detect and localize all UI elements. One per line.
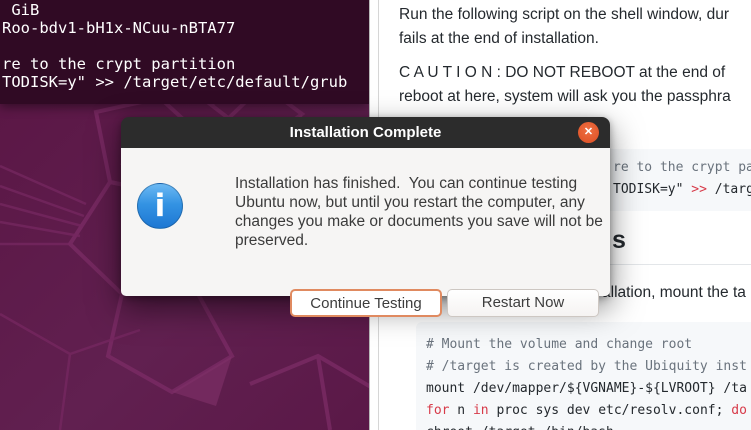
code-line: re to the crypt pa — [613, 160, 751, 175]
doc-paragraph-line: Run the following script on the shell wi… — [399, 5, 729, 25]
dialog-titlebar[interactable]: Installation Complete ✕ — [121, 117, 610, 148]
code-line: for n in proc sys dev etc/resolv.conf; d… — [426, 403, 747, 418]
code-operator: >> — [691, 182, 707, 197]
code-line: # Mount the volume and change root — [426, 337, 692, 352]
code-keyword: for — [426, 403, 449, 418]
doc-paragraph-line: allation, mount the ta — [602, 283, 746, 303]
code-line: mount /dev/mapper/${VGNAME}-${LVROOT} /t… — [426, 381, 747, 396]
code-keyword: in — [473, 403, 489, 418]
code-line: # /target is created by the Ubiquity ins… — [426, 359, 747, 374]
code-block: # Mount the volume and change root # /ta… — [416, 322, 751, 430]
terminal-output-line: re to the crypt partition — [2, 55, 235, 73]
code-text: TODISK=y" — [613, 182, 691, 197]
doc-paragraph-line: fails at the end of installation. — [399, 29, 599, 49]
dialog-title: Installation Complete — [121, 117, 610, 148]
code-line: chroot /target /bin/bash — [426, 425, 614, 430]
terminal-output-line: Roo-bdv1-bH1x-NCuu-nBTA77 — [2, 19, 235, 37]
dialog-message-line: Ubuntu now, but until you restart the co… — [235, 193, 585, 212]
installation-complete-dialog: Installation Complete ✕ i Installation h… — [121, 117, 610, 296]
continue-testing-button[interactable]: Continue Testing — [290, 289, 442, 317]
code-keyword: do — [731, 403, 747, 418]
code-line: TODISK=y" >> /targ — [613, 182, 751, 197]
dialog-message-line: preserved. — [235, 231, 308, 250]
code-text: n — [449, 403, 472, 418]
doc-paragraph-line: C A U T I O N : DO NOT REBOOT at the end… — [399, 63, 725, 83]
dialog-body: i Installation has finished. You can con… — [121, 148, 610, 296]
info-icon-glyph: i — [155, 188, 166, 224]
code-text: /targ — [707, 182, 751, 197]
terminal-output-line: TODISK=y" >> /target/etc/default/grub — [2, 73, 347, 91]
dialog-message-line: Installation has finished. You can conti… — [235, 174, 577, 193]
close-icon: ✕ — [584, 126, 593, 138]
screen: GiB Roo-bdv1-bH1x-NCuu-nBTA77 re to the … — [0, 0, 751, 430]
dialog-message-line: changes you make or documents you save w… — [235, 212, 603, 231]
info-icon: i — [137, 183, 183, 229]
doc-paragraph-line: reboot at here, system will ask you the … — [399, 87, 731, 107]
close-button[interactable]: ✕ — [578, 122, 599, 143]
terminal-output-line: GiB — [2, 1, 39, 19]
restart-now-button[interactable]: Restart Now — [447, 289, 599, 317]
code-text: proc sys dev etc/resolv.conf; — [489, 403, 732, 418]
terminal-window[interactable]: GiB Roo-bdv1-bH1x-NCuu-nBTA77 re to the … — [0, 0, 369, 104]
section-heading-fragment: s — [612, 226, 626, 255]
